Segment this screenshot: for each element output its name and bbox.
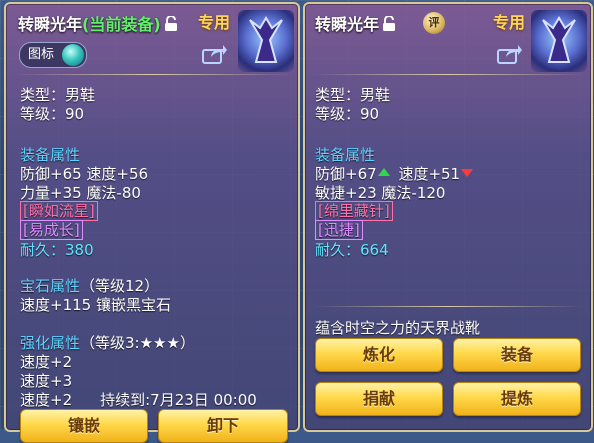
enhance-line: 速度+3 <box>20 372 73 390</box>
divider <box>14 74 290 75</box>
icon-toggle-label: 图标 <box>28 47 55 62</box>
stat-up-arrow-icon <box>377 167 390 176</box>
lock-icon[interactable] <box>164 14 178 36</box>
stat-down-arrow-icon <box>461 168 474 177</box>
divider <box>313 306 583 307</box>
donate-button[interactable]: 捐献 <box>315 382 443 416</box>
attribute-line: 防御+65 速度+56 <box>20 165 149 183</box>
gem-level: （等级12） <box>80 277 160 295</box>
special-effect-tag: [易成长] <box>20 220 83 240</box>
item-name: 转瞬光年 <box>18 15 83 34</box>
equipped-item-tooltip: 转瞬光年(当前装备) 专用 图标 类型：男鞋 等级：90 装备属性 防御+65 … <box>4 2 300 443</box>
share-icon[interactable] <box>497 44 523 64</box>
inlay-button[interactable]: 镶嵌 <box>20 409 148 443</box>
item-portrait <box>531 10 587 72</box>
divider <box>313 74 583 75</box>
durability-value: 380 <box>65 241 94 259</box>
unequip-button[interactable]: 卸下 <box>158 409 288 443</box>
item-portrait <box>238 10 294 72</box>
current-equipped-label: (当前装备) <box>82 15 161 34</box>
attribute-line: 敏捷+23 魔法-120 <box>315 184 446 202</box>
item-name: 转瞬光年 <box>315 15 380 34</box>
attributes-header: 装备属性 <box>315 146 376 164</box>
item-description: 蕴含时空之力的天界战靴 <box>315 319 481 337</box>
gem-attribute-line: 速度+115 镶嵌黑宝石 <box>20 296 171 314</box>
enhance-attributes-header: 强化属性 <box>20 334 81 352</box>
defense-stat: 防御+67 <box>315 165 377 183</box>
gem-header: 宝石属性（等级12） <box>20 275 159 296</box>
special-effect-tag: [瞬如流星] <box>20 201 98 221</box>
attribute-line: 力量+35 魔法-80 <box>20 184 141 202</box>
lock-icon[interactable] <box>382 14 396 36</box>
item-type: 类型：男鞋 <box>20 86 96 104</box>
durability-label: 耐久： <box>315 241 361 259</box>
share-icon[interactable] <box>202 44 228 64</box>
equip-button[interactable]: 装备 <box>453 338 581 372</box>
attributes-header: 装备属性 <box>20 146 81 164</box>
enhance-duration: 持续到:7月23日 00:00 <box>100 391 257 409</box>
enhance-level: （等级3:★★★） <box>80 334 195 352</box>
enhance-line: 速度+2 <box>20 353 73 371</box>
icon-toggle[interactable]: 图标 <box>19 42 88 68</box>
gem-attributes-header: 宝石属性 <box>20 277 81 295</box>
durability-value: 664 <box>360 241 389 259</box>
attribute-compare-line: 防御+67 速度+51 <box>315 163 474 184</box>
durability-label: 耐久： <box>20 241 66 259</box>
item-title: 转瞬光年 <box>315 11 396 36</box>
extract-button[interactable]: 提炼 <box>453 382 581 416</box>
item-title: 转瞬光年(当前装备) <box>18 11 178 36</box>
refine-button[interactable]: 炼化 <box>315 338 443 372</box>
special-effect-tag: [绵里藏针] <box>315 201 393 221</box>
rating-badge-icon[interactable]: 评 <box>423 12 445 34</box>
enhance-line: 速度+2 <box>20 391 73 409</box>
durability: 耐久：664 <box>315 239 389 260</box>
item-level: 等级：90 <box>20 105 85 123</box>
item-level: 等级：90 <box>315 105 380 123</box>
compare-item-tooltip: 转瞬光年 评 专用 类型：男鞋 等级：90 装备属性 防御+67 速度+51 敏… <box>303 2 593 432</box>
special-label: 专用 <box>493 13 526 32</box>
special-effect-tag: [迅捷] <box>315 220 363 240</box>
durability: 耐久：380 <box>20 239 94 260</box>
enhance-header: 强化属性（等级3:★★★） <box>20 332 195 353</box>
special-label: 专用 <box>198 13 231 32</box>
speed-stat: 速度+51 <box>398 165 461 183</box>
item-type: 类型：男鞋 <box>315 86 391 104</box>
enhance-line-with-duration: 速度+2 持续到:7月23日 00:00 <box>20 389 257 410</box>
toggle-orb-icon <box>62 44 85 66</box>
